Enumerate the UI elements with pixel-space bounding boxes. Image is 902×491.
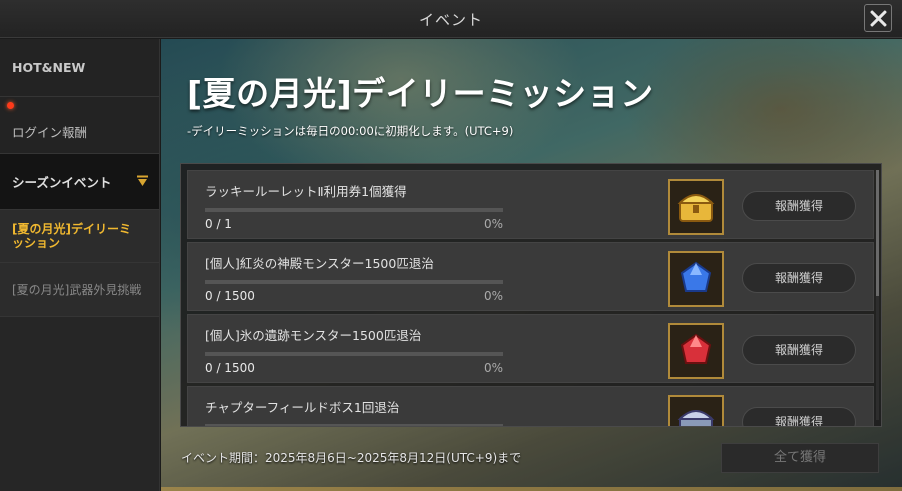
sidebar-item-weapon-challenge[interactable]: [夏の月光]武器外見挑戦 — [0, 263, 159, 317]
scrollbar-thumb[interactable] — [876, 170, 879, 296]
sidebar-item-login-reward[interactable]: ログイン報酬 — [0, 97, 159, 154]
page-subtitle: -デイリーミッションは毎日の00:00に初期化します。(UTC+9) — [187, 124, 514, 138]
sidebar-item-label: [夏の月光]デイリーミッション — [12, 222, 131, 250]
progress-percent: 0% — [483, 361, 503, 375]
bottom-border — [161, 487, 902, 491]
mission-row: [個人]紅炎の神殿モンスター1500匹退治 0 / 1500 0% 報酬獲得 — [187, 242, 874, 311]
mission-row: [個人]氷の遺跡モンスター1500匹退治 0 / 1500 0% 報酬獲得 — [187, 314, 874, 383]
claim-reward-button[interactable]: 報酬獲得 — [742, 263, 856, 293]
claim-reward-button[interactable]: 報酬獲得 — [742, 335, 856, 365]
mission-title: [個人]氷の遺跡モンスター1500匹退治 — [205, 328, 422, 343]
reward-item[interactable] — [668, 179, 724, 235]
mission-list[interactable]: ラッキールーレットⅡ利用券1個獲得 0 / 1 0% 報酬獲得 [個人]紅炎の神… — [180, 163, 882, 427]
sidebar: HOT&NEW ログイン報酬 シーズンイベント [夏の月光]デイリーミッション … — [0, 39, 160, 491]
progress-bar — [205, 208, 503, 212]
window-title: イベント — [418, 11, 483, 29]
reward-item[interactable] — [668, 395, 724, 426]
claim-reward-button[interactable]: 報酬獲得 — [742, 191, 856, 221]
expand-arrow-icon — [137, 175, 148, 186]
blue-gem-icon — [680, 261, 712, 292]
claim-reward-button[interactable]: 報酬獲得 — [742, 407, 856, 426]
progress-bar — [205, 352, 503, 356]
mission-title: ラッキールーレットⅡ利用券1個獲得 — [205, 184, 407, 199]
golden-chest-icon — [677, 194, 715, 222]
claim-all-button[interactable]: 全て獲得 — [721, 443, 879, 473]
progress-percent: 0% — [483, 289, 503, 303]
sidebar-empty-area — [0, 317, 159, 491]
sidebar-item-label: [夏の月光]武器外見挑戦 — [12, 283, 142, 297]
red-gem-icon — [680, 333, 712, 364]
mission-title: [個人]紅炎の神殿モンスター1500匹退治 — [205, 256, 434, 271]
progress-count: 0 / 1500 — [205, 289, 255, 303]
close-button[interactable] — [864, 4, 892, 32]
sidebar-item-season-event[interactable]: シーズンイベント — [0, 154, 159, 210]
progress-count: 0 / 1 — [205, 217, 232, 231]
notification-dot — [7, 102, 14, 109]
sidebar-item-daily-mission[interactable]: [夏の月光]デイリーミッション — [0, 210, 159, 263]
progress-percent: 0% — [483, 217, 503, 231]
page-title: [夏の月光]デイリーミッション — [187, 74, 654, 113]
progress-count: 0 / 1500 — [205, 361, 255, 375]
mission-row: チャプターフィールドボス1回退治 報酬獲得 — [187, 386, 874, 426]
sidebar-item-label: HOT&NEW — [12, 60, 86, 75]
progress-bar — [205, 424, 503, 426]
sidebar-item-label: ログイン報酬 — [12, 124, 88, 140]
mission-row: ラッキールーレットⅡ利用券1個獲得 0 / 1 0% 報酬獲得 — [187, 170, 874, 239]
event-period: イベント期間：2025年8月6日~2025年8月12日(UTC+9)まで — [181, 451, 522, 465]
sidebar-item-label: シーズンイベント — [12, 175, 112, 190]
title-bar: イベント — [0, 0, 902, 38]
silver-chest-icon — [677, 410, 715, 426]
reward-item[interactable] — [668, 323, 724, 379]
reward-item[interactable] — [668, 251, 724, 307]
mission-title: チャプターフィールドボス1回退治 — [205, 400, 400, 415]
main-content: [夏の月光]デイリーミッション -デイリーミッションは毎日の00:00に初期化し… — [161, 39, 902, 491]
progress-bar — [205, 280, 503, 284]
sidebar-item-hot-new[interactable]: HOT&NEW — [0, 39, 159, 97]
